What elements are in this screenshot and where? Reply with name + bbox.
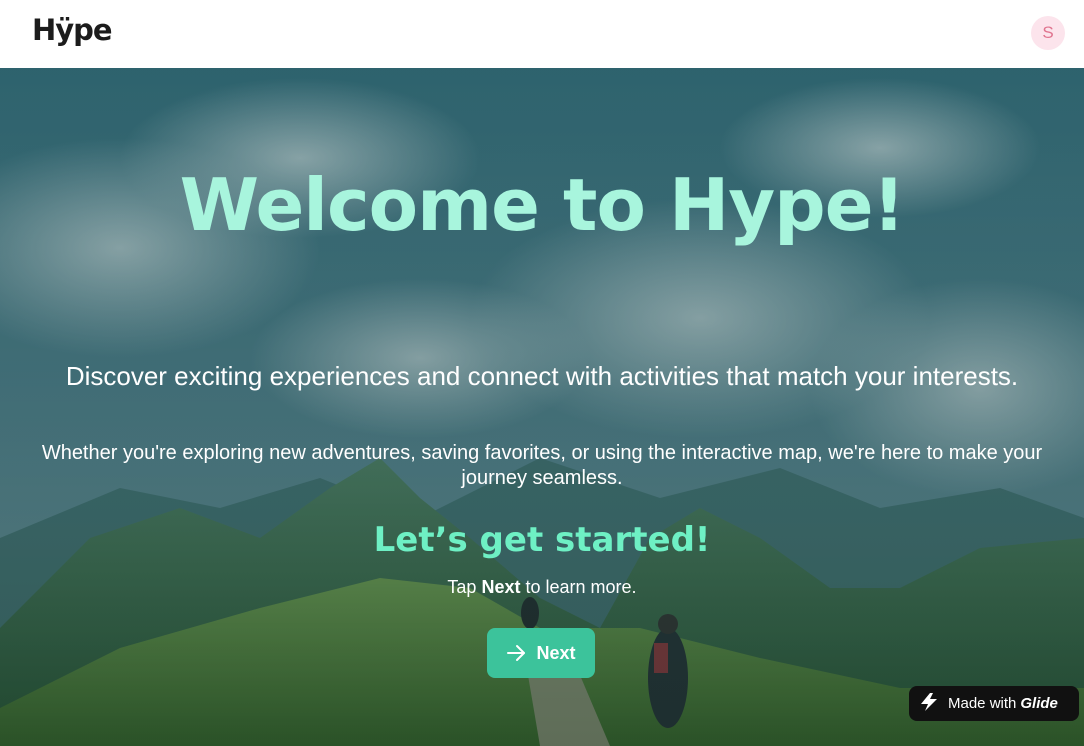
next-button-label: Next [536,642,576,663]
hint-next-word: Next [481,577,521,597]
badge-brand: Glide [1020,695,1058,712]
user-avatar[interactable]: S [1031,16,1065,50]
hint-suffix: to learn more. [525,577,637,597]
welcome-hero: Welcome to Hype! Discover exciting exper… [0,68,1084,746]
tap-next-hint: Tap Next to learn more. [0,577,1084,598]
glide-bolt-icon [919,692,939,716]
hint-prefix: Tap [447,577,477,597]
top-bar: Hÿpe S [0,0,1084,68]
welcome-subtitle: Discover exciting experiences and connec… [65,361,1019,391]
next-button[interactable]: Next [487,628,595,678]
welcome-title: Welcome to Hype! [179,163,906,247]
made-with-glide-badge[interactable]: Made with Glide [909,686,1079,721]
badge-made-with: Made with [948,695,1017,712]
app-logo[interactable]: Hÿpe [32,13,113,47]
welcome-description: Whether you're exploring new adventures,… [41,442,1043,489]
arrow-right-icon [506,643,526,663]
get-started-heading: Let’s get started! [373,520,711,560]
